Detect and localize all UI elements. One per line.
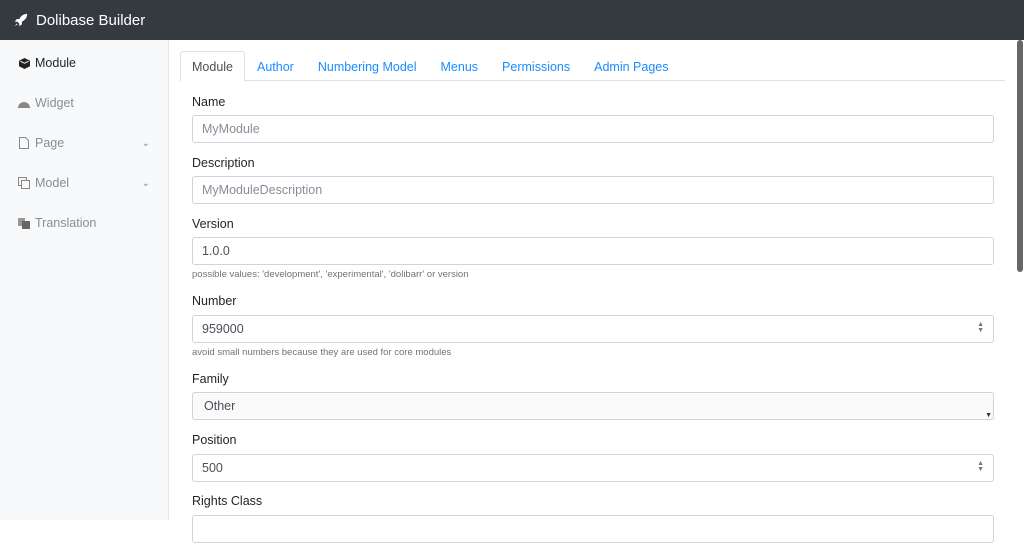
sidebar: Module Widget Page ⌄ Model ⌄ Translation [0, 40, 169, 520]
sidebar-item-label: Page [35, 136, 65, 150]
family-select[interactable]: Other ▼ [192, 392, 994, 420]
version-input[interactable]: 1.0.0 [192, 237, 994, 265]
app-header: Dolibase Builder [0, 0, 1024, 40]
chevron-down-icon[interactable]: ⌄ [142, 178, 150, 189]
rights-class-label: Rights Class [192, 494, 263, 508]
tab-menus[interactable]: Menus [429, 51, 491, 81]
language-icon [18, 217, 30, 229]
position-label: Position [192, 433, 237, 447]
position-value: 500 [202, 461, 223, 475]
rights-class-input[interactable] [192, 515, 994, 543]
number-help: avoid small numbers because they are use… [192, 347, 452, 358]
family-label: Family [192, 372, 229, 386]
app-title: Dolibase Builder [36, 11, 146, 29]
sidebar-item-translation[interactable]: Translation [18, 216, 150, 230]
scrollbar[interactable] [1017, 40, 1023, 272]
sidebar-item-label: Translation [35, 216, 97, 230]
name-input[interactable]: MyModule [192, 115, 994, 143]
family-value: Other [204, 399, 236, 413]
number-value: 959000 [202, 322, 244, 336]
description-input[interactable]: MyModuleDescription [192, 176, 994, 204]
sidebar-item-widget[interactable]: Widget [18, 96, 150, 110]
number-input[interactable]: 959000 ▲ ▼ [192, 315, 994, 343]
tab-permissions[interactable]: Permissions [490, 51, 582, 81]
tab-bar: Module Author Numbering Model Menus Perm… [180, 51, 1005, 82]
version-label: Version [192, 217, 234, 231]
dashboard-icon [18, 97, 30, 109]
description-label: Description [192, 156, 255, 170]
number-label: Number [192, 294, 237, 308]
spinner-icon[interactable]: ▲ ▼ [977, 460, 984, 473]
file-icon [18, 137, 30, 149]
chevron-down-icon[interactable]: ⌄ [142, 138, 150, 149]
spinner-icon[interactable]: ▲ ▼ [977, 321, 984, 334]
sidebar-item-label: Model [35, 176, 70, 190]
name-label: Name [192, 95, 226, 109]
tab-module[interactable]: Module [180, 51, 245, 82]
sidebar-item-model[interactable]: Model ⌄ [18, 176, 150, 190]
tab-numbering-model[interactable]: Numbering Model [306, 51, 429, 81]
sidebar-item-label: Widget [35, 96, 74, 110]
rocket-icon [14, 13, 28, 27]
tab-admin-pages[interactable]: Admin Pages [582, 51, 680, 81]
copy-icon [18, 177, 30, 189]
version-help: possible values: 'development', 'experim… [192, 269, 469, 280]
caret-down-icon: ▼ [985, 412, 992, 419]
cube-icon [18, 57, 30, 69]
tab-author[interactable]: Author [245, 51, 306, 81]
sidebar-item-label: Module [35, 56, 76, 70]
sidebar-item-module[interactable]: Module [18, 56, 150, 70]
sidebar-item-page[interactable]: Page ⌄ [18, 136, 150, 150]
position-input[interactable]: 500 ▲ ▼ [192, 454, 994, 482]
